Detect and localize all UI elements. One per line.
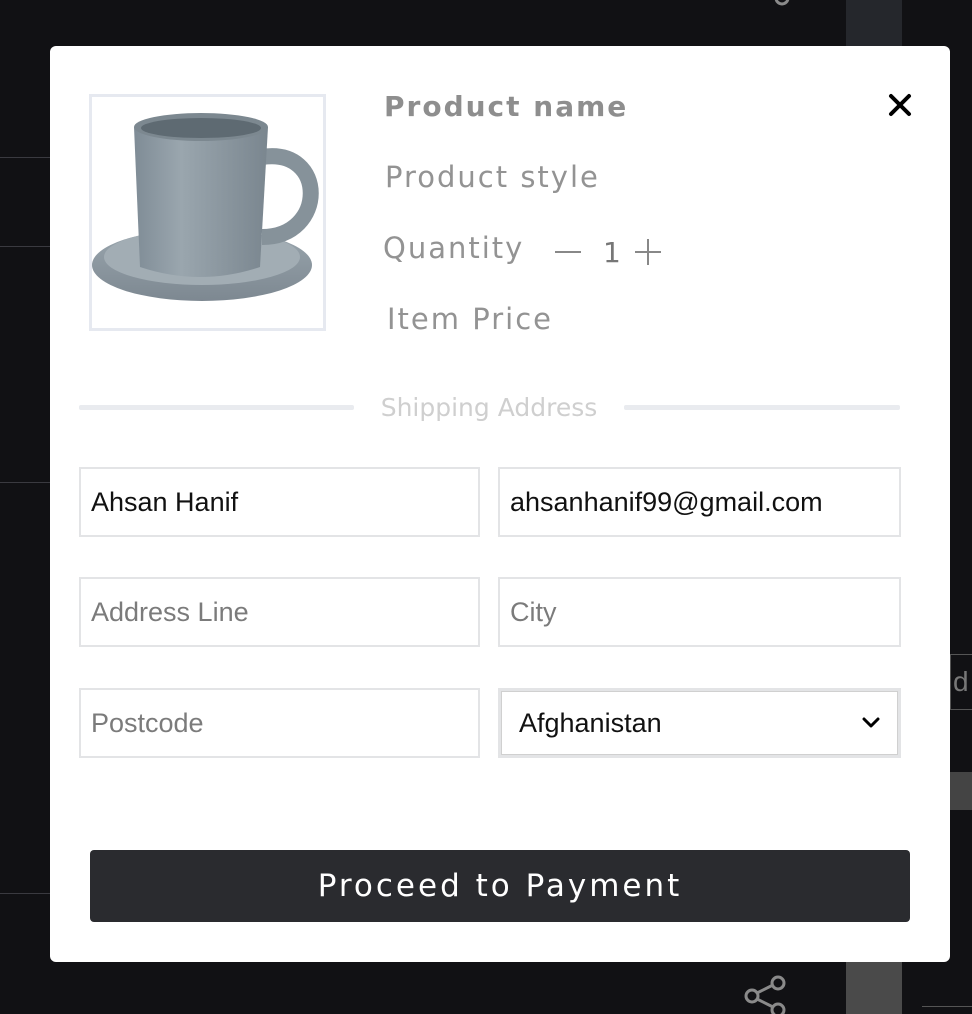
section-divider xyxy=(624,405,900,410)
bg-thumbnail xyxy=(846,0,902,46)
bg-divider xyxy=(0,893,50,894)
section-divider xyxy=(79,405,354,410)
address-line-field[interactable] xyxy=(79,577,480,647)
country-select[interactable]: Afghanistan xyxy=(498,688,901,758)
email-field[interactable] xyxy=(498,467,901,537)
chevron-down-icon xyxy=(862,717,880,728)
close-icon xyxy=(889,94,911,116)
close-button[interactable] xyxy=(886,91,914,119)
checkout-modal: Product name Product style Quantity 1 It… xyxy=(50,46,950,962)
bg-button: d xyxy=(950,654,972,710)
city-field[interactable] xyxy=(498,577,901,647)
shipping-address-heading: Shipping Address xyxy=(380,393,598,422)
cup-image xyxy=(92,113,319,301)
plus-icon[interactable] xyxy=(633,237,663,267)
share-icon xyxy=(774,0,790,6)
bg-divider xyxy=(0,482,50,483)
quantity-value: 1 xyxy=(603,235,621,269)
bg-thumbnail xyxy=(846,962,902,1014)
proceed-to-payment-button[interactable]: Proceed to Payment xyxy=(90,850,910,922)
postcode-field[interactable] xyxy=(79,688,480,758)
item-price-label: Item Price xyxy=(387,302,553,336)
full-name-field[interactable] xyxy=(79,467,480,537)
country-selected-value: Afghanistan xyxy=(519,707,662,738)
product-image xyxy=(89,94,326,331)
product-name-label: Product name xyxy=(384,90,629,123)
quantity-stepper: 1 xyxy=(553,232,663,272)
bg-bar xyxy=(950,772,972,810)
share-icon xyxy=(744,975,786,1014)
quantity-label: Quantity xyxy=(383,231,525,265)
product-style-label: Product style xyxy=(385,160,600,194)
minus-icon[interactable] xyxy=(553,237,583,267)
bg-divider xyxy=(0,157,50,158)
bg-divider xyxy=(0,246,50,247)
bg-divider xyxy=(922,1006,972,1007)
